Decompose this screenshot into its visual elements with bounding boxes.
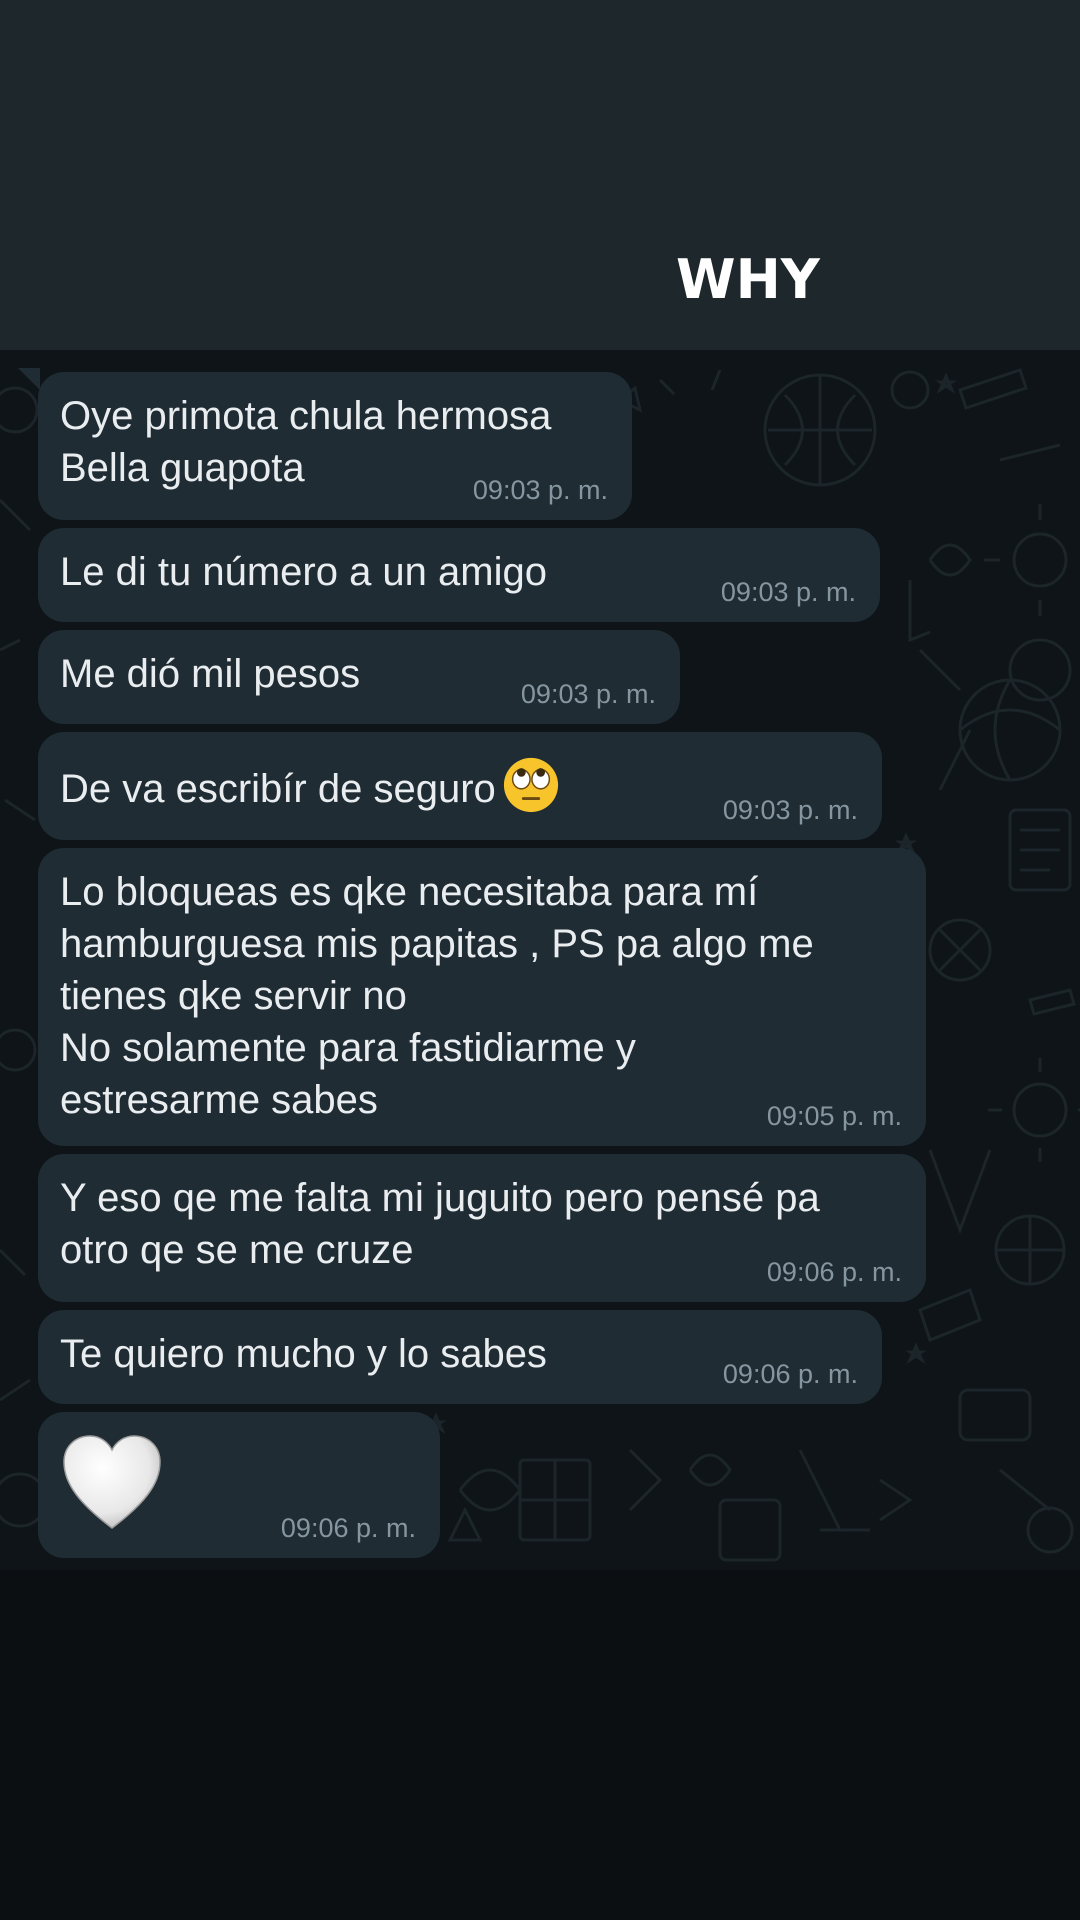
message-time: 09:03 p. m. — [520, 679, 656, 709]
message-bubble[interactable]: Te quiero mucho y lo sabes 09:06 p. m. — [38, 1310, 882, 1404]
message-time: 09:06 p. m. — [722, 1359, 858, 1389]
message-bubble[interactable]: Oye primota chula hermosa Bella guapota … — [38, 372, 632, 520]
message-bubble[interactable]: Lo bloqueas es qke necesitaba para mí ha… — [38, 848, 926, 1146]
message-time: 09:05 p. m. — [766, 1101, 902, 1131]
message-time: 09:03 p. m. — [720, 577, 856, 607]
message-text: De va escribír de seguro — [60, 767, 496, 811]
message-time: 09:03 p. m. — [472, 475, 608, 505]
face-with-rolling-eyes-icon — [503, 757, 558, 813]
message-time: 09:06 p. m. — [280, 1513, 416, 1543]
message-time: 09:03 p. m. — [722, 795, 858, 825]
white-heart-icon — [63, 1435, 161, 1529]
message-bubble[interactable]: Me dió mil pesos 09:03 p. m. — [38, 630, 680, 724]
message-bubble[interactable]: Y eso qe me falta mi juguito pero pensé … — [38, 1154, 926, 1302]
message-bubble[interactable]: De va escribír de seguro 09:03 p. m. — [38, 732, 882, 840]
message-text: Lo bloqueas es qke necesitaba para mí ha… — [60, 870, 814, 1122]
bubble-tail — [18, 368, 40, 390]
message-bubble[interactable]: Le di tu número a un amigo 09:03 p. m. — [38, 528, 880, 622]
chat-header: WHY — [0, 0, 1080, 350]
message-time: 09:06 p. m. — [766, 1257, 902, 1287]
bottom-area — [0, 1570, 1080, 1920]
contact-name[interactable]: WHY — [676, 248, 820, 312]
